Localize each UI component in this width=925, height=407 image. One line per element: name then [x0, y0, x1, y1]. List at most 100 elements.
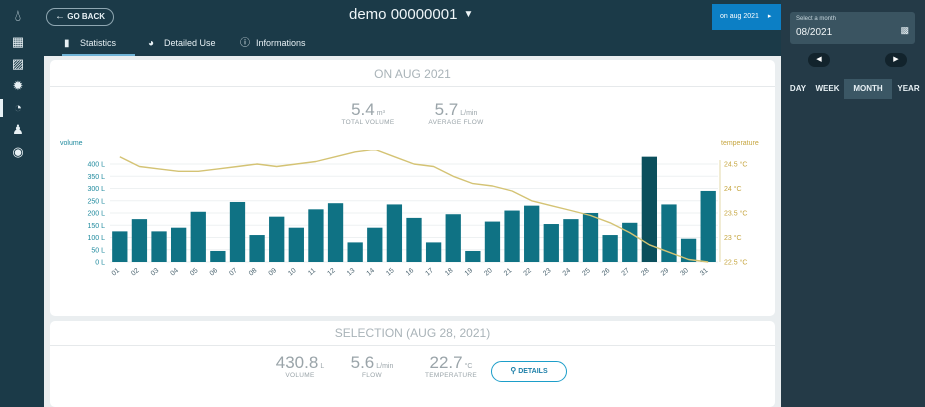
card-title: ON AUG 2021 [374, 67, 451, 81]
tab-label: Detailed Use [164, 38, 216, 48]
previous-month-button[interactable]: ◀ [808, 53, 830, 67]
tab-detailed-use[interactable]: ◕ Detailed Use [148, 34, 216, 56]
x-tick-label: 19 [464, 267, 475, 277]
volume-bar [543, 224, 559, 262]
period-button[interactable]: on aug 2021 ▸ [712, 4, 781, 30]
top-bar: ← GO BACK demo 00000001 ▼ on aug 2021 ▸ ▮… [44, 0, 781, 56]
y-tick-label: 250 L [87, 198, 105, 205]
volume-bar [229, 201, 246, 262]
x-tick-label: 26 [601, 267, 612, 277]
gauge-icon[interactable]: ◔ [0, 99, 27, 117]
period-label: on aug 2021 [720, 13, 759, 20]
volume-bar [269, 216, 285, 262]
total-volume-label: TOTAL VOLUME [341, 119, 395, 126]
volume-bar [602, 235, 618, 262]
main-panel: ON AUG 2021 5.4 m³ TOTAL VOLUME 5.7 L/min … [44, 56, 781, 407]
arrow-left-icon: ← [55, 11, 65, 22]
dashboard-icon[interactable]: ▦ [9, 33, 27, 51]
divider [50, 345, 775, 346]
x-tick-label: 18 [444, 267, 455, 277]
volume-bar [661, 204, 677, 262]
y2-tick-label: 22.5 °C [724, 259, 747, 267]
x-tick-label: 20 [483, 267, 494, 277]
x-tick-label: 06 [209, 267, 220, 277]
x-tick-label: 31 [699, 267, 710, 277]
x-tick-label: 28 [640, 267, 651, 277]
selection-volume-label: VOLUME [285, 372, 315, 379]
average-flow-value: 5.7 [434, 100, 459, 119]
x-tick-label: 30 [679, 267, 690, 277]
calendar-icon: ▩ [900, 25, 909, 35]
selection-card: SELECTION (AUG 28, 2021) 430.8 L VOLUME 5… [50, 321, 775, 407]
go-back-label: GO BACK [67, 12, 106, 21]
y-tick-label: 300 L [87, 186, 105, 193]
temperature-axis-title: temperature [721, 140, 759, 147]
volume-bar [465, 250, 481, 262]
x-tick-label: 29 [660, 267, 671, 277]
divider [50, 86, 775, 87]
average-flow-unit: L/min [460, 110, 478, 117]
volume-bar [386, 204, 403, 262]
x-tick-label: 11 [307, 267, 317, 277]
x-tick-label: 09 [268, 267, 279, 277]
next-month-button[interactable]: ▶ [885, 53, 907, 67]
volume-bar [622, 222, 638, 262]
volume-axis-title: volume [60, 140, 83, 147]
volume-bar [347, 242, 363, 262]
volume-bar [190, 211, 206, 262]
month-picker[interactable]: Select a month 08/2021 ▩ [790, 12, 915, 44]
device-selector[interactable]: demo 00000001 ▼ [349, 6, 473, 23]
side-rail: 💧︎ ▦ ▨ ✹ ◔ ♟ ◉ [0, 0, 44, 407]
x-tick-label: 27 [621, 267, 632, 277]
volume-bar [112, 231, 128, 262]
buildings-icon[interactable]: ▨ [9, 55, 27, 73]
y-tick-label: 50 L [91, 247, 105, 254]
water-meter-icon[interactable]: ✹ [9, 77, 27, 95]
y-tick-label: 0 L [95, 260, 105, 267]
chevron-right-icon: ▸ [767, 13, 772, 20]
selection-temperature-stat: 22.7 °C TEMPERATURE [418, 353, 484, 379]
selection-temperature-unit: °C [464, 363, 473, 370]
x-tick-label: 13 [346, 267, 357, 277]
volume-bar [210, 250, 226, 262]
y-tick-label: 350 L [87, 174, 105, 181]
total-volume-value: 5.4 [351, 100, 375, 119]
y2-tick-label: 23.5 °C [724, 210, 747, 218]
y-tick-label: 150 L [87, 223, 105, 230]
bar-chart-icon: ▮ [64, 38, 70, 49]
users-icon[interactable]: ♟ [9, 121, 27, 139]
info-icon: ⓘ [240, 38, 250, 49]
granularity-month[interactable]: MONTH [844, 79, 892, 99]
y-tick-label: 200 L [87, 211, 105, 218]
x-tick-label: 24 [562, 267, 573, 277]
granularity-year[interactable]: YEAR [892, 79, 925, 99]
granularity-week[interactable]: WEEK [811, 79, 844, 99]
x-tick-label: 01 [111, 267, 122, 277]
volume-bar [504, 210, 520, 262]
month-picker-value: 08/2021 [796, 27, 833, 38]
volume-bar [249, 235, 265, 262]
selection-volume-unit: L [320, 363, 325, 370]
x-tick-label: 21 [503, 267, 514, 277]
tab-statistics[interactable]: ▮ Statistics [62, 34, 135, 56]
x-tick-label: 23 [542, 267, 553, 277]
selection-volume-value: 430.8 [275, 353, 319, 372]
volume-bar [170, 227, 187, 262]
volume-bar [131, 219, 148, 262]
account-icon[interactable]: ◉ [9, 143, 27, 161]
details-button[interactable]: ⚲ DETAILS [491, 361, 567, 382]
selection-flow-value: 5.6 [350, 353, 375, 372]
granularity-day[interactable]: DAY [785, 79, 811, 99]
tab-informations[interactable]: ⓘ Informations [240, 34, 306, 56]
x-tick-label: 05 [189, 267, 200, 277]
x-tick-label: 03 [150, 267, 161, 277]
go-back-button[interactable]: ← GO BACK [46, 8, 115, 26]
volume-bar [406, 217, 422, 262]
app-root: 💧︎ ▦ ▨ ✹ ◔ ♟ ◉ ← GO BACK demo 00000001 ▼ … [0, 0, 925, 407]
selection-volume-stat: 430.8 L VOLUME [264, 353, 336, 379]
x-tick-label: 25 [581, 267, 592, 277]
selection-temperature-label: TEMPERATURE [425, 372, 477, 379]
pie-chart-icon: ◕ [148, 38, 155, 49]
x-tick-label: 16 [405, 267, 416, 277]
y-tick-label: 400 L [87, 162, 105, 169]
